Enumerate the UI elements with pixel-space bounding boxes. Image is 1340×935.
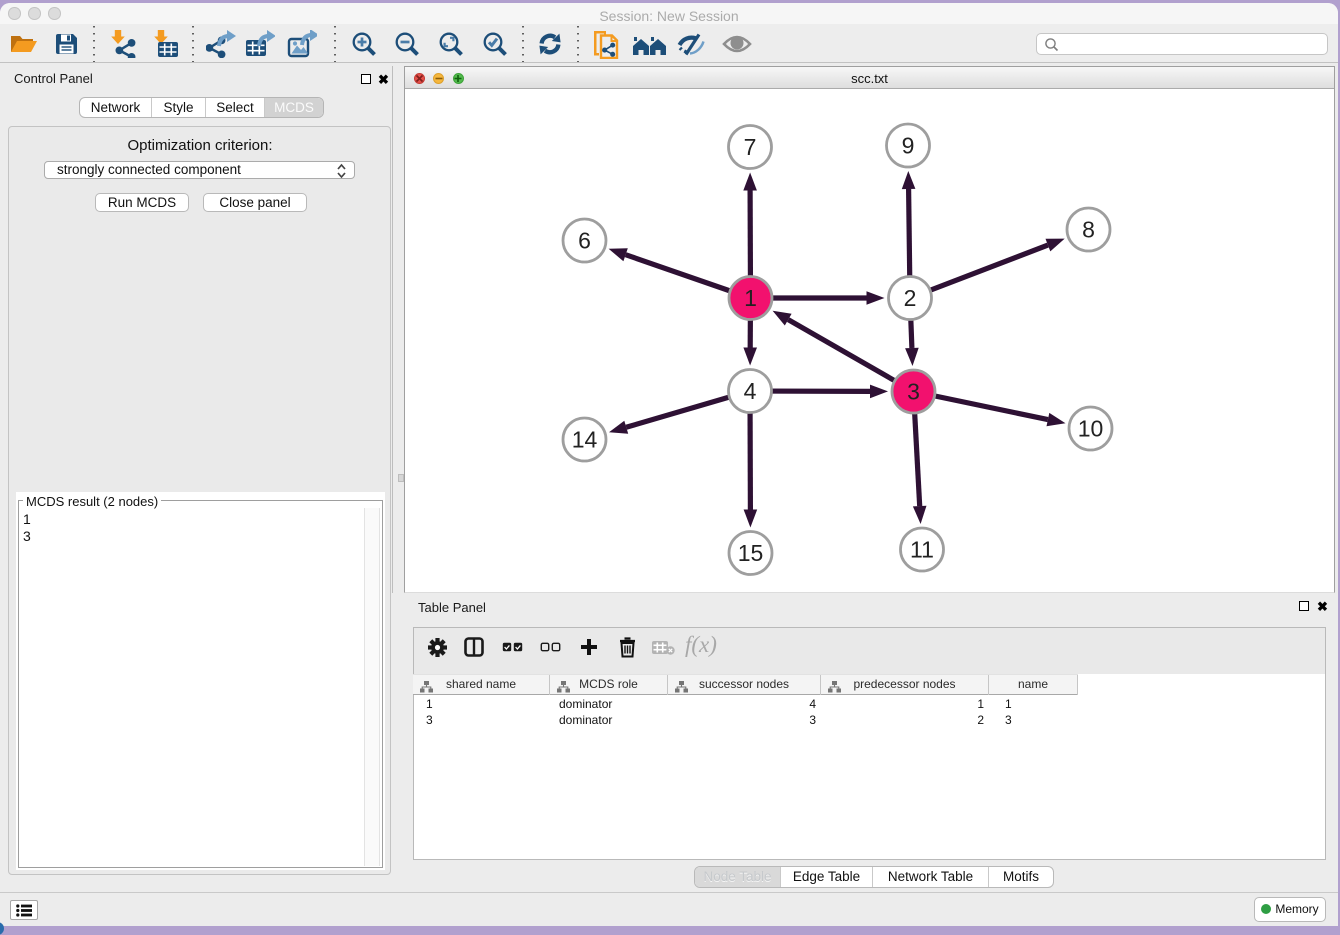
svg-text:3: 3	[907, 379, 920, 405]
svg-text:11: 11	[910, 537, 934, 563]
svg-text:4: 4	[744, 378, 757, 404]
svg-text:10: 10	[1078, 416, 1104, 442]
svg-text:8: 8	[1082, 217, 1095, 243]
svg-text:6: 6	[578, 228, 591, 254]
svg-text:7: 7	[744, 134, 757, 160]
svg-text:1: 1	[744, 285, 757, 311]
svg-text:15: 15	[738, 540, 764, 566]
svg-text:9: 9	[902, 133, 915, 159]
svg-text:2: 2	[904, 285, 917, 311]
svg-text:14: 14	[572, 427, 598, 453]
